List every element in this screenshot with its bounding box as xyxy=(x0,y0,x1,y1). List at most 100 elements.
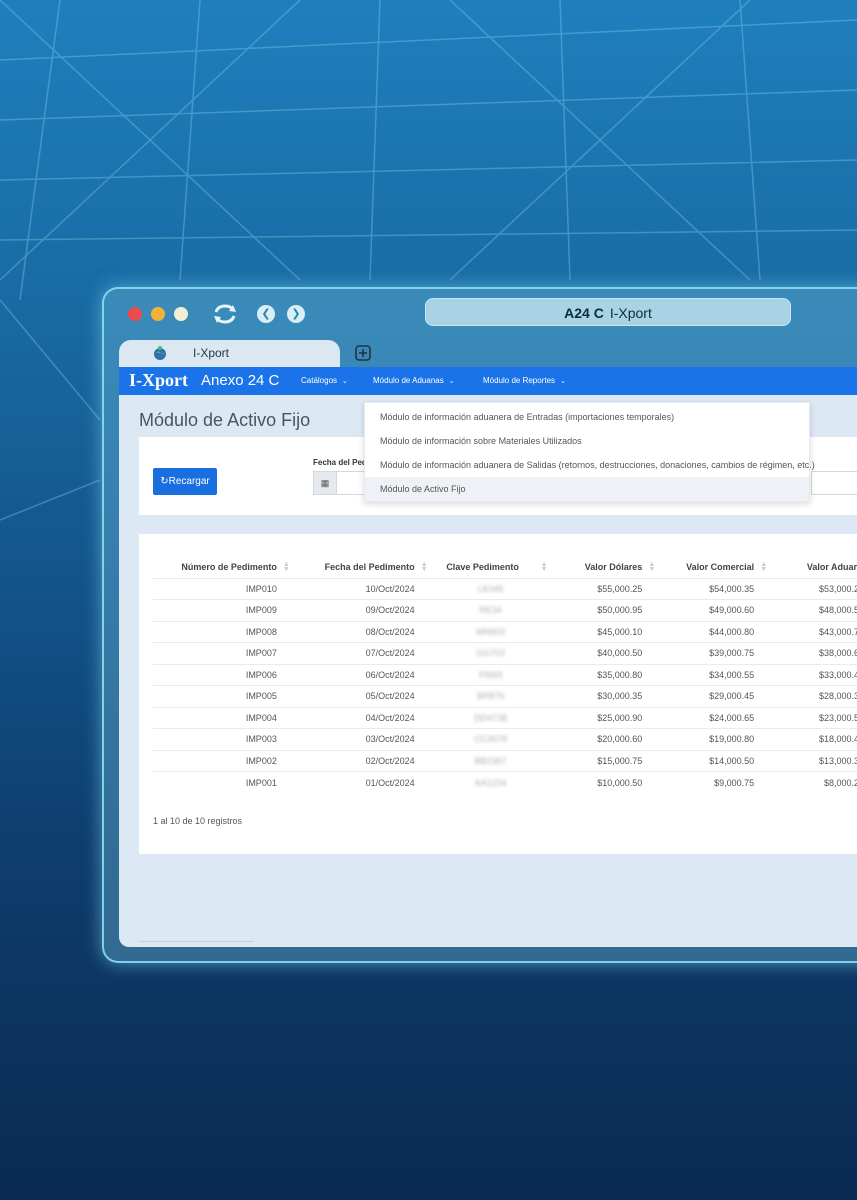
dropdown-item-activo-fijo[interactable]: Módulo de Activo Fijo xyxy=(365,477,809,501)
back-arrow-icon[interactable]: ❮ xyxy=(257,305,275,323)
browser-window: ❮ ❯ A24 C I-Xport I-Xport I-Xport Anexo 2… xyxy=(102,287,857,963)
minimize-window-button[interactable] xyxy=(151,307,165,321)
table-cell: 10/Oct/2024 xyxy=(292,577,431,600)
table-cell: $25,000.90 xyxy=(550,706,659,729)
table-row[interactable]: IMP010 10/Oct/2024 LK045 $55,000.25 $54,000.… xyxy=(153,577,857,600)
table-cell: 06/Oct/2024 xyxy=(292,663,431,686)
table-cell: 03/Oct/2024 xyxy=(292,728,431,750)
table-cell: 09/Oct/2024 xyxy=(292,599,431,621)
table-cell: BB2367 xyxy=(430,749,551,772)
reload-label: Recargar xyxy=(168,476,210,487)
table-cell: CC3678 xyxy=(430,728,551,750)
table-row[interactable]: IMP008 08/Oct/2024 MN903 $45,000.10 $44,000.… xyxy=(153,620,857,643)
table-row[interactable]: IMP005 05/Oct/2024 BR876 $30,000.35 $29,000.… xyxy=(153,685,857,707)
table-cell: $30,000.35 xyxy=(550,685,659,707)
table-cell: $38,000.65 xyxy=(770,642,857,664)
table-cell: $44,000.80 xyxy=(658,620,771,643)
refresh-icon[interactable] xyxy=(212,302,238,326)
filter-input-right[interactable] xyxy=(811,471,857,495)
table-cell: $45,000.10 xyxy=(550,620,659,643)
menu-label: Módulo de Reportes xyxy=(483,376,556,385)
table-cell: $19,000.80 xyxy=(658,728,771,750)
sort-icon: ▲ ▼ xyxy=(648,561,656,573)
maximize-window-button[interactable] xyxy=(174,307,188,321)
calendar-icon[interactable]: ▦ xyxy=(313,471,337,495)
table-cell: IMP009 xyxy=(153,599,293,621)
table-cell: $50,000.95 xyxy=(550,599,659,621)
table-cell: $10,000.50 xyxy=(550,771,659,793)
table-cell: $23,000.50 xyxy=(770,706,857,729)
table-cell: IMP003 xyxy=(153,728,293,750)
table-row[interactable]: IMP004 04/Oct/2024 DD4738 $25,000.90 $24,000… xyxy=(153,706,857,729)
table-cell: $8,000.25 xyxy=(770,771,857,793)
table-cell: $35,000.80 xyxy=(550,663,659,686)
address-text: I-Xport xyxy=(609,305,652,321)
table-header-row: Número de Pedimento ▲ ▼ Fecha del Pedimento… xyxy=(153,556,857,578)
column-header-label: Valor Comercial xyxy=(686,561,755,572)
forward-arrow-icon[interactable]: ❯ xyxy=(287,305,305,323)
dropdown-item-materiales[interactable]: Módulo de información sobre Materiales U… xyxy=(365,429,809,453)
table-cell: $14,000.50 xyxy=(658,749,771,772)
table-cell: $13,000.35 xyxy=(770,749,857,772)
table-cell: GG702 xyxy=(430,642,551,664)
sort-icon: ▲ ▼ xyxy=(420,561,428,573)
table-cell: $54,000.35 xyxy=(658,577,771,600)
table-cell: $18,000.45 xyxy=(770,728,857,750)
sort-icon: ▲ ▼ xyxy=(540,561,548,573)
new-tab-icon[interactable] xyxy=(354,344,372,362)
table-row[interactable]: IMP006 06/Oct/2024 PI569 $35,000.80 $34,000.… xyxy=(153,663,857,686)
title-bar: ❮ ❯ A24 C I-Xport xyxy=(104,289,857,339)
dropdown-item-entradas[interactable]: Módulo de información aduanera de Entrad… xyxy=(365,405,809,429)
column-header[interactable]: Valor Comercial ▲ ▼ xyxy=(658,556,770,578)
table-cell: AA1234 xyxy=(430,771,551,793)
table-cell: $15,000.75 xyxy=(550,749,659,772)
chevron-down-icon: ⌄ xyxy=(342,378,348,385)
menu-modulo-reportes[interactable]: Módulo de Reportes ⌄ xyxy=(483,376,566,385)
column-header[interactable]: Clave Pedimento ▲ ▼ xyxy=(431,556,551,578)
dropdown-item-salidas[interactable]: Módulo de información aduanera de Salida… xyxy=(365,453,815,477)
table-cell: 01/Oct/2024 xyxy=(292,771,431,793)
table-row[interactable]: IMP003 03/Oct/2024 CC3678 $20,000.60 $19,000… xyxy=(153,728,857,750)
page-title: Módulo de Activo Fijo xyxy=(139,410,311,430)
column-header[interactable]: Valor Dólares ▲ ▼ xyxy=(551,556,659,578)
brand-logo[interactable]: I-Xport xyxy=(129,370,188,391)
date-filter-label: Fecha del Pedi xyxy=(313,458,370,467)
menu-label: Módulo de Aduanas xyxy=(373,376,444,385)
column-header-label: Clave Pedimento xyxy=(446,561,519,572)
table-cell: $33,000.45 xyxy=(770,663,857,686)
sort-icon: ▲ ▼ xyxy=(282,561,290,573)
table-row[interactable]: IMP007 07/Oct/2024 GG702 $40,000.50 $39,000.… xyxy=(153,642,857,664)
table-cell: $20,000.60 xyxy=(550,728,659,750)
table-cell: PI569 xyxy=(430,663,551,686)
close-window-button[interactable] xyxy=(128,307,142,321)
menu-catalogos[interactable]: Catálogos ⌄ xyxy=(301,376,348,385)
table-cell: $49,000.60 xyxy=(658,599,771,621)
globe-icon xyxy=(154,346,166,360)
menu-modulo-aduanas[interactable]: Módulo de Aduanas ⌄ xyxy=(373,376,455,385)
reload-button[interactable]: ↻Recargar xyxy=(153,468,217,495)
tab-label: I-Xport xyxy=(193,346,230,360)
column-header-label: Valor Aduana xyxy=(806,561,857,572)
table-cell: MN903 xyxy=(430,620,551,643)
table-cell: $55,000.25 xyxy=(550,577,659,600)
column-header[interactable]: Valor Aduana▲▼ xyxy=(770,556,857,578)
table-cell: $40,000.50 xyxy=(550,642,659,664)
table-cell: $29,000.45 xyxy=(658,685,771,707)
column-header[interactable]: Fecha del Pedimento ▲ ▼ xyxy=(293,556,431,578)
address-bold: A24 C xyxy=(564,305,604,321)
column-header-label: Valor Dólares xyxy=(584,561,643,572)
table-cell: BR876 xyxy=(430,685,551,707)
table-row[interactable]: IMP002 02/Oct/2024 BB2367 $15,000.75 $14,000… xyxy=(153,749,857,772)
browser-tab[interactable]: I-Xport xyxy=(119,340,340,368)
table-cell: IMP001 xyxy=(153,771,293,793)
table-cell: IMP007 xyxy=(153,642,293,664)
table-cell: IMP010 xyxy=(153,577,293,600)
table-row[interactable]: IMP009 09/Oct/2024 RE34 $50,000.95 $49,000.6… xyxy=(153,599,857,621)
table-row[interactable]: IMP001 01/Oct/2024 AA1234 $10,000.50 $9,000.… xyxy=(153,771,857,793)
column-header[interactable]: Número de Pedimento ▲ ▼ xyxy=(153,556,293,578)
app-viewport: I-Xport Anexo 24 C Catálogos ⌄ Módulo de … xyxy=(119,367,857,947)
sort-icon: ▲ ▼ xyxy=(760,561,768,573)
address-bar[interactable]: A24 C I-Xport xyxy=(425,298,791,326)
table-cell: IMP004 xyxy=(153,706,293,729)
table-cell: $34,000.55 xyxy=(658,663,771,686)
